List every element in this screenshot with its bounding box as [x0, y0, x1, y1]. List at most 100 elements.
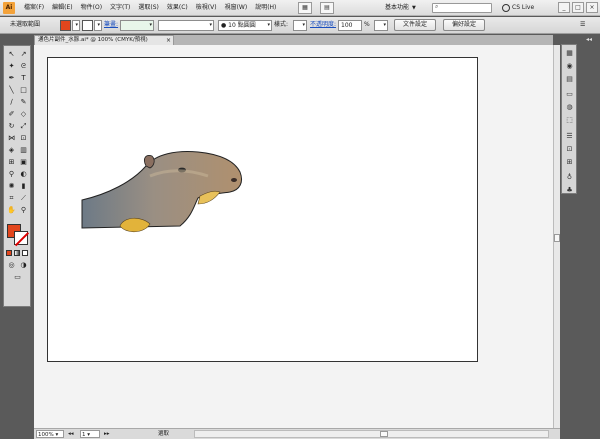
- stroke-panel-link[interactable]: 筆畫:: [104, 19, 118, 31]
- color-panel-icon[interactable]: ◉: [564, 61, 575, 71]
- blend-tool-icon[interactable]: ◐: [18, 169, 29, 179]
- panel-menu-icon[interactable]: ☰: [580, 19, 585, 31]
- stroke-weight-field[interactable]: ▾: [120, 20, 154, 31]
- capybara-ear: [144, 155, 155, 169]
- gradient-mode-icon[interactable]: [14, 250, 20, 256]
- fill-swatch[interactable]: [60, 20, 71, 31]
- document-tab[interactable]: 通色片副件_水豚.ai* @ 100% (CMYK/預視) ×: [34, 35, 174, 45]
- arrange-documents-icon[interactable]: ▤: [320, 2, 334, 14]
- artboard-nav-next-icon[interactable]: ▸▸: [104, 430, 110, 438]
- zoom-tool-icon[interactable]: ⚲: [18, 205, 29, 215]
- brush-definition-dropdown[interactable]: ● 10 點圓圓 ▾: [218, 20, 272, 31]
- free-transform-icon[interactable]: ⊡: [18, 133, 29, 143]
- variable-width-profile[interactable]: ▾: [158, 20, 214, 31]
- artboard[interactable]: [47, 57, 478, 362]
- menu-help[interactable]: 說明(H): [251, 0, 280, 16]
- vertical-scrollbar[interactable]: [553, 45, 560, 428]
- preferences-button[interactable]: 偏好設定: [443, 19, 485, 31]
- pencil-tool-icon[interactable]: ✎: [18, 97, 29, 107]
- brushes-icon[interactable]: ▭: [564, 89, 575, 99]
- transform-icon[interactable]: ⊡: [564, 144, 575, 154]
- chevron-down-icon: ▾: [267, 22, 270, 28]
- magic-wand-icon[interactable]: ✦: [6, 61, 17, 71]
- column-graph-icon[interactable]: ▮: [18, 181, 29, 191]
- style-dropdown[interactable]: ▾: [293, 20, 307, 31]
- artboard-nav-prev-icon[interactable]: ◂◂: [68, 430, 74, 438]
- width-tool-icon[interactable]: ⋈: [6, 133, 17, 143]
- eyedropper-icon[interactable]: ⚲: [6, 169, 17, 179]
- color-guide-icon[interactable]: ▦: [564, 48, 575, 58]
- menu-select[interactable]: 選取(S): [134, 0, 163, 16]
- bridge-icon[interactable]: ▦: [298, 2, 312, 14]
- zoom-field[interactable]: 100% ▾: [36, 430, 64, 438]
- eraser-tool-icon[interactable]: ◇: [18, 109, 29, 119]
- panel-icon-dock: ▦ ◉ ▤ ▭ ◍ ⬚ ☰ ⊡ ⊞ ♁ ♣: [561, 44, 577, 194]
- selection-tool-icon[interactable]: ↖: [6, 49, 17, 59]
- align-icon[interactable]: ⊞: [564, 157, 575, 167]
- swatches-icon[interactable]: ▤: [564, 74, 575, 84]
- menu-edit[interactable]: 編輯(E): [48, 0, 76, 16]
- menu-file[interactable]: 檔案(F): [20, 0, 48, 16]
- chevron-down-icon: ▾: [209, 22, 212, 28]
- maximize-button[interactable]: □: [572, 2, 584, 13]
- opacity-panel-link[interactable]: 不透明度:: [310, 19, 336, 31]
- line-tool-icon[interactable]: ╲: [6, 85, 17, 95]
- symbol-sprayer-icon[interactable]: ✺: [6, 181, 17, 191]
- gradient-tool-icon[interactable]: ▣: [18, 157, 29, 167]
- color-mode-icon[interactable]: [6, 250, 12, 256]
- paintbrush-tool-icon[interactable]: ∕: [6, 97, 17, 107]
- collapse-panels-icon[interactable]: ◂◂: [586, 36, 592, 43]
- menu-object[interactable]: 物件(O): [77, 0, 106, 16]
- screen-mode-icon[interactable]: ▭: [12, 272, 23, 282]
- opacity-menu-button[interactable]: ▾: [374, 20, 388, 31]
- workspace-switcher[interactable]: 基本功能 ▼: [385, 2, 416, 14]
- cs-live-button[interactable]: CS Live: [502, 2, 534, 14]
- menu-window[interactable]: 視窗(W): [221, 0, 252, 16]
- document-setup-button[interactable]: 文件設定: [394, 19, 436, 31]
- artboard-number-field[interactable]: 1 ▾: [80, 430, 100, 438]
- horizontal-scrollbar[interactable]: [194, 430, 549, 438]
- graphic-styles-icon[interactable]: ⬚: [564, 115, 575, 125]
- hand-tool-icon[interactable]: ✋: [6, 205, 17, 215]
- slice-tool-icon[interactable]: ⟋: [18, 193, 29, 203]
- stroke-panel-icon[interactable]: ☰: [564, 131, 575, 141]
- direct-selection-tool-icon[interactable]: ↗: [18, 49, 29, 59]
- perspective-grid-icon[interactable]: ▥: [18, 145, 29, 155]
- symbols-icon[interactable]: ◍: [564, 102, 575, 112]
- horizontal-scroll-thumb[interactable]: [380, 431, 388, 437]
- type-tool-icon[interactable]: T: [18, 73, 29, 83]
- mesh-tool-icon[interactable]: ⊞: [6, 157, 17, 167]
- menu-bar: Ai 檔案(F) 編輯(E) 物件(O) 文字(T) 選取(S) 效果(C) 檢…: [0, 0, 600, 16]
- chevron-down-icon: ▼: [412, 5, 416, 11]
- blob-brush-icon[interactable]: ✐: [6, 109, 17, 119]
- layers-icon[interactable]: ♁: [564, 172, 575, 182]
- shape-builder-icon[interactable]: ◈: [6, 145, 17, 155]
- selection-status: 未選取範圍: [10, 21, 41, 28]
- menu-items: 檔案(F) 編輯(E) 物件(O) 文字(T) 選取(S) 效果(C) 檢視(V…: [20, 0, 280, 16]
- scale-tool-icon[interactable]: ⤢: [18, 121, 29, 131]
- zoom-value: 100%: [38, 432, 54, 438]
- close-icon[interactable]: ×: [166, 36, 171, 45]
- rotate-tool-icon[interactable]: ↻: [6, 121, 17, 131]
- pen-tool-icon[interactable]: ✒: [6, 73, 17, 83]
- opacity-field[interactable]: 100: [338, 20, 362, 31]
- artboard-tool-icon[interactable]: ⌗: [6, 193, 17, 203]
- menu-view[interactable]: 檢視(V): [192, 0, 221, 16]
- menu-effect[interactable]: 效果(C): [163, 0, 192, 16]
- lasso-tool-icon[interactable]: ᘓ: [18, 61, 29, 71]
- artboards-icon[interactable]: ♣: [564, 185, 575, 195]
- rectangle-tool-icon[interactable]: □: [18, 85, 29, 95]
- stroke-swatch[interactable]: [82, 20, 93, 31]
- stroke-dropdown[interactable]: ▾: [94, 20, 102, 31]
- cs-live-label: CS Live: [512, 4, 535, 11]
- minimize-button[interactable]: _: [558, 2, 570, 13]
- stroke-color-swatch[interactable]: [14, 231, 28, 245]
- menu-type[interactable]: 文字(T): [106, 0, 134, 16]
- fill-dropdown[interactable]: ▾: [72, 20, 80, 31]
- none-mode-icon[interactable]: [22, 250, 28, 256]
- draw-behind-icon[interactable]: ◑: [18, 260, 29, 270]
- close-window-button[interactable]: ×: [586, 2, 598, 13]
- draw-normal-icon[interactable]: ◎: [6, 260, 17, 270]
- search-input[interactable]: ⌕: [432, 3, 492, 13]
- capybara-image[interactable]: [80, 146, 250, 236]
